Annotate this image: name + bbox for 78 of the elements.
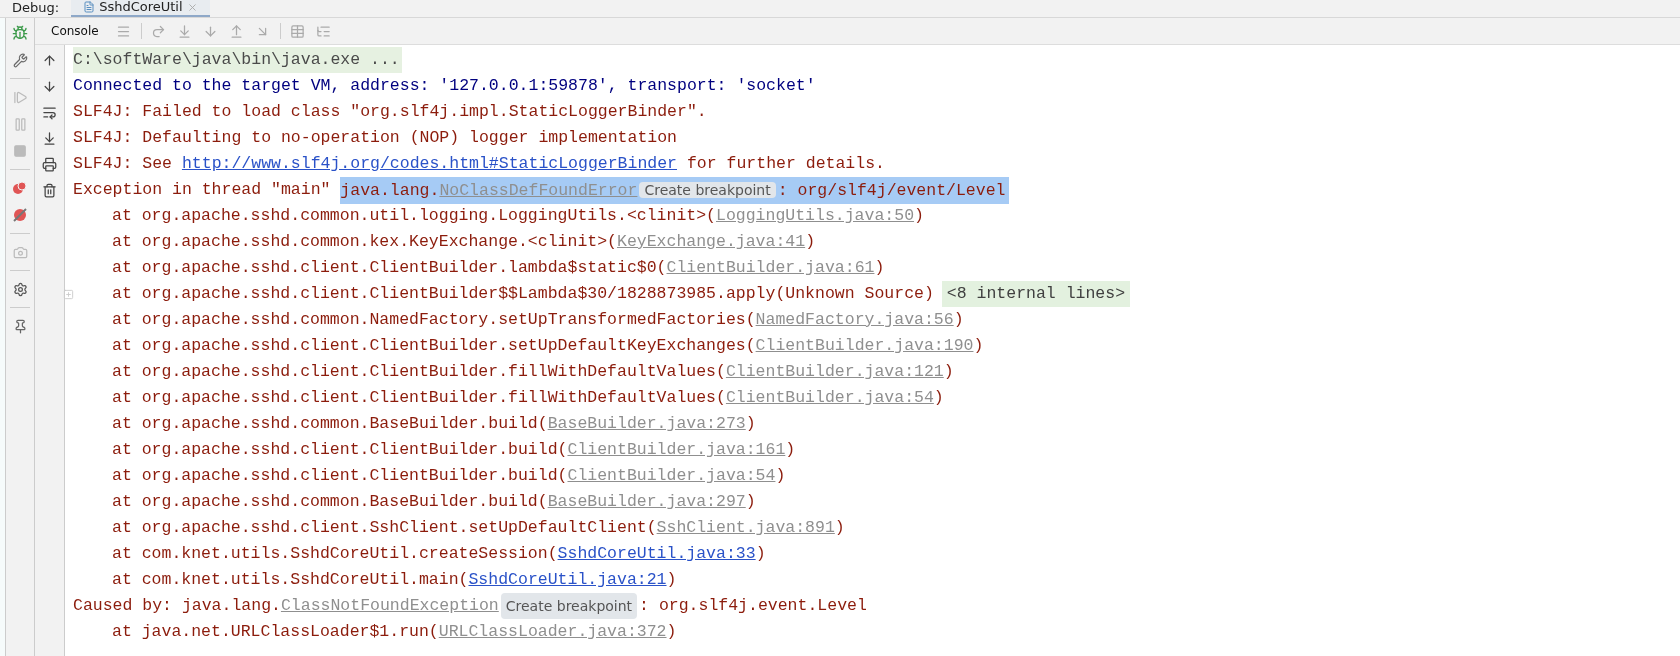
stack-frame-text: at org.apache.sshd.client.ClientBuilder.build( <box>112 439 568 461</box>
source-link[interactable]: SshdCoreUtil.java:33 <box>557 541 756 567</box>
console-text: SLF4J: Failed to load class "org.slf4j.impl.StaticLoggerBinder". <box>73 101 707 123</box>
source-link[interactable]: KeyExchange.java:41 <box>617 229 806 255</box>
console-text: SLF4J: See <box>73 153 174 175</box>
stack-frame-text: at org.apache.sshd.client.ClientBuilder.build( <box>112 465 568 487</box>
stack-frame-text: at org.apache.sshd.common.BaseBuilder.build( <box>112 413 548 435</box>
stop-icon[interactable] <box>11 142 29 160</box>
breakpoint-hint[interactable]: Create breakpoint <box>639 181 776 198</box>
source-link[interactable]: NoClassDefFoundError <box>439 180 638 200</box>
stack-frame-text: at java.net.URLClassLoader$1.run( <box>112 621 439 643</box>
run-tab[interactable]: SshdCoreUtil <box>71 0 210 17</box>
stack-frame-text: at org.apache.sshd.common.kex.KeyExchange.<clinit>( <box>112 231 617 253</box>
breakpoints-icon[interactable] <box>11 179 29 197</box>
source-link[interactable]: ClientBuilder.java:61 <box>666 255 875 281</box>
file-icon <box>83 1 96 13</box>
stack-frame-text: at com.knet.utils.SshdCoreUtil.main( <box>112 569 469 591</box>
source-link[interactable]: ClientBuilder.java:54 <box>567 463 776 489</box>
bug-icon[interactable] <box>11 24 29 42</box>
stack-frame-text: ) <box>745 413 756 435</box>
stack-frame-text: at org.apache.sshd.client.ClientBuilder$$Lambda$30/1828873985.apply(Unknown Source) <box>112 283 934 305</box>
source-link[interactable]: ClientBuilder.java:161 <box>567 437 786 463</box>
url-link[interactable]: http://www.slf4j.org/codes.html#StaticLoggerBinder <box>181 151 677 177</box>
source-link[interactable]: ClientBuilder.java:190 <box>755 333 974 359</box>
source-link[interactable]: BaseBuilder.java:273 <box>547 411 746 437</box>
fold-icon[interactable] <box>63 288 74 300</box>
stack-frame-text: ) <box>745 491 756 513</box>
stack-frame-text: ) <box>953 309 964 331</box>
console-text: for further details. <box>685 153 885 175</box>
debug-label: Debug: <box>11 0 61 17</box>
console-text: : org.slf4j.event.Level <box>639 595 867 617</box>
source-link[interactable]: URLClassLoader.java:372 <box>438 619 667 645</box>
console-text: C:\softWare\java\bin\java.exe ... <box>73 49 400 71</box>
console-text: java.lang. <box>340 180 440 200</box>
stack-frame-text: ) <box>805 231 816 253</box>
console-text: : org/slf4j/event/Level <box>777 180 1006 200</box>
source-link[interactable]: SshClient.java:891 <box>656 515 835 541</box>
stack-frame-text: ) <box>666 569 677 591</box>
console-text: Exception in thread "main" <box>73 179 332 201</box>
trash-icon[interactable] <box>40 181 59 199</box>
stack-frame-text: at org.apache.sshd.client.SshClient.setUpDefaultClient( <box>112 517 657 539</box>
console-text: Connected to the target VM, address: '127.0.0.1:59878', transport: 'socket' <box>73 75 816 97</box>
stack-frame-text: ) <box>755 543 766 565</box>
stack-frame-text: at org.apache.sshd.client.ClientBuilder.fillWithDefaultValues( <box>112 387 726 409</box>
source-link[interactable]: SshdCoreUtil.java:21 <box>468 567 667 593</box>
print-icon[interactable] <box>40 155 59 173</box>
source-link[interactable]: ClientBuilder.java:121 <box>725 359 944 385</box>
folded-lines[interactable]: <8 internal lines> <box>941 281 1131 307</box>
stack-frame-text: ) <box>874 257 885 279</box>
source-link[interactable]: ClassNotFoundException <box>280 593 499 619</box>
source-link[interactable]: LoggingUtils.java:50 <box>716 203 915 229</box>
stack-frame-text: at org.apache.sshd.common.util.logging.LoggingUtils.<clinit>( <box>112 205 716 227</box>
stack-frame-text: at org.apache.sshd.client.ClientBuilder.fillWithDefaultValues( <box>112 361 726 383</box>
console-tab[interactable]: Console <box>43 22 107 40</box>
stack-frame-text: at org.apache.sshd.client.ClientBuilder.lambda$static$0( <box>112 257 667 279</box>
close-icon[interactable] <box>186 1 198 13</box>
stack-frame-text: ) <box>973 335 984 357</box>
mute-breakpoints-icon[interactable] <box>11 206 29 224</box>
stack-frame-text: ) <box>933 387 944 409</box>
stack-frame-text: ) <box>943 361 954 383</box>
stack-frame-text: ) <box>785 439 796 461</box>
console-text: Caused by: java.lang. <box>73 595 281 617</box>
source-link[interactable]: BaseBuilder.java:297 <box>547 489 746 515</box>
stack-frame-text: at org.apache.sshd.client.ClientBuilder.setUpDefaultKeyExchanges( <box>112 335 756 357</box>
stack-frame-text: at com.knet.utils.SshdCoreUtil.createSession( <box>112 543 558 565</box>
source-link[interactable]: NamedFactory.java:56 <box>755 307 954 333</box>
stack-frame-text: ) <box>666 621 677 643</box>
stack-frame-text: ) <box>914 205 924 227</box>
settings-icon[interactable] <box>11 280 29 298</box>
stack-frame-text: at org.apache.sshd.common.NamedFactory.setUpTransformedFactories( <box>112 309 756 331</box>
stack-frame-text: ) <box>775 465 786 487</box>
breakpoint-hint[interactable]: Create breakpoint <box>500 593 638 619</box>
stack-frame-text: at org.apache.sshd.common.BaseBuilder.build( <box>112 491 548 513</box>
stack-frame-text: ) <box>834 517 845 539</box>
source-link[interactable]: ClientBuilder.java:54 <box>725 385 934 411</box>
console-text: SLF4J: Defaulting to no-operation (NOP) logger implementation <box>73 127 677 149</box>
table-icon[interactable] <box>288 22 307 40</box>
wrench-icon[interactable] <box>11 51 29 69</box>
